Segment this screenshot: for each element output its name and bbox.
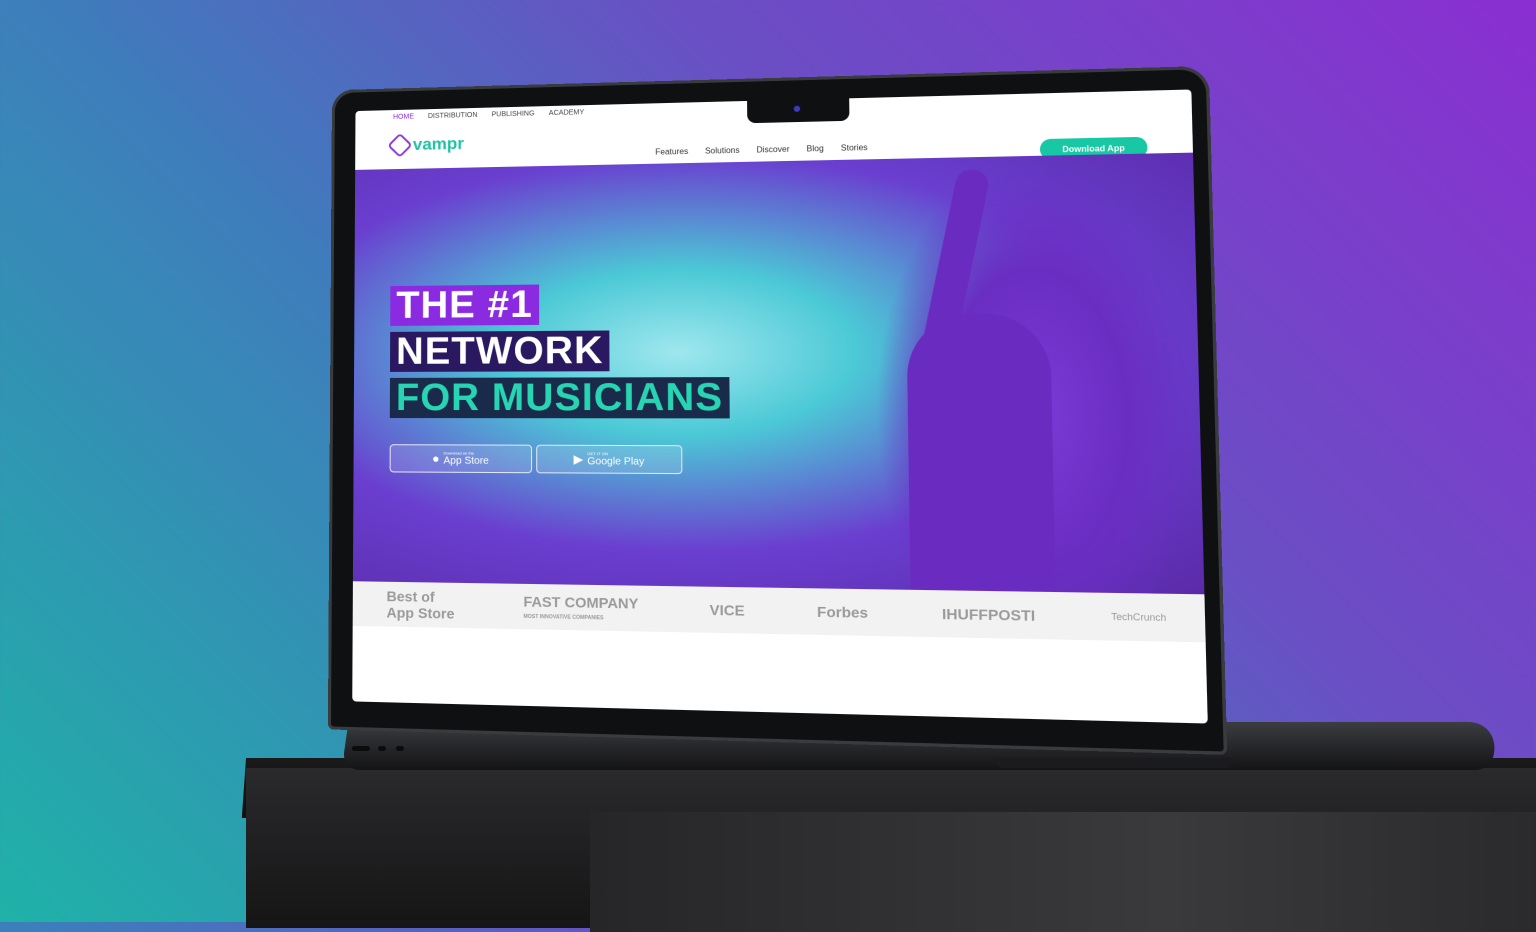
headline-line-3: FOR MUSICIANS	[390, 377, 730, 418]
hero-performer-image	[872, 153, 1205, 595]
app-store-button[interactable]: ● Download on the App Store	[390, 444, 533, 473]
nav-solutions[interactable]: Solutions	[705, 146, 740, 156]
top-nav-home[interactable]: HOME	[393, 113, 414, 120]
laptop-port	[352, 746, 370, 751]
google-play-button[interactable]: ▶ GET IT ON Google Play	[536, 445, 682, 474]
website-screen: HOME DISTRIBUTION PUBLISHING ACADEMY vam…	[352, 89, 1208, 723]
vice-logo: VICE	[710, 601, 745, 618]
nav-features[interactable]: Features	[655, 147, 688, 157]
nav-discover[interactable]: Discover	[756, 145, 789, 155]
camera-icon	[794, 106, 800, 112]
hero-headline: THE #1 NETWORK FOR MUSICIANS	[390, 283, 730, 425]
forbes-logo: Forbes	[817, 603, 868, 621]
app-store-label: App Store	[444, 456, 489, 467]
camera-notch	[747, 98, 849, 123]
main-nav: Features Solutions Discover Blog Stories	[655, 143, 867, 157]
logo-text: vampr	[413, 134, 464, 155]
hero-section: THE #1 NETWORK FOR MUSICIANS ● Download …	[353, 153, 1205, 595]
top-nav: HOME DISTRIBUTION PUBLISHING ACADEMY	[393, 109, 584, 121]
top-nav-distribution[interactable]: DISTRIBUTION	[428, 112, 478, 120]
google-play-label: Google Play	[587, 456, 644, 468]
techcrunch-logo: TechCrunch	[1111, 611, 1166, 623]
headline-line-2: NETWORK	[390, 330, 610, 371]
laptop-screen-lid: HOME DISTRIBUTION PUBLISHING ACADEMY vam…	[328, 66, 1227, 755]
fast-company-logo: FAST COMPANY MOST INNOVATIVE COMPANIES	[523, 593, 638, 622]
top-nav-publishing[interactable]: PUBLISHING	[492, 110, 535, 118]
play-icon: ▶	[574, 452, 584, 466]
huffpost-logo: IHUFFPOSTI	[942, 605, 1035, 624]
performer-body	[906, 313, 1055, 592]
headline-line-1: THE #1	[390, 285, 539, 326]
vampr-logo[interactable]: vampr	[391, 134, 464, 155]
top-nav-academy[interactable]: ACADEMY	[549, 109, 584, 117]
vampr-logo-icon	[387, 133, 412, 158]
apple-icon: ●	[432, 451, 439, 465]
nav-blog[interactable]: Blog	[807, 144, 824, 154]
pedestal-front-face	[590, 812, 1536, 932]
laptop-port	[396, 746, 404, 751]
laptop-lip	[995, 758, 1235, 768]
laptop-port	[378, 746, 386, 751]
nav-stories[interactable]: Stories	[841, 143, 868, 153]
best-of-app-store-logo: Best of App Store	[386, 588, 454, 622]
